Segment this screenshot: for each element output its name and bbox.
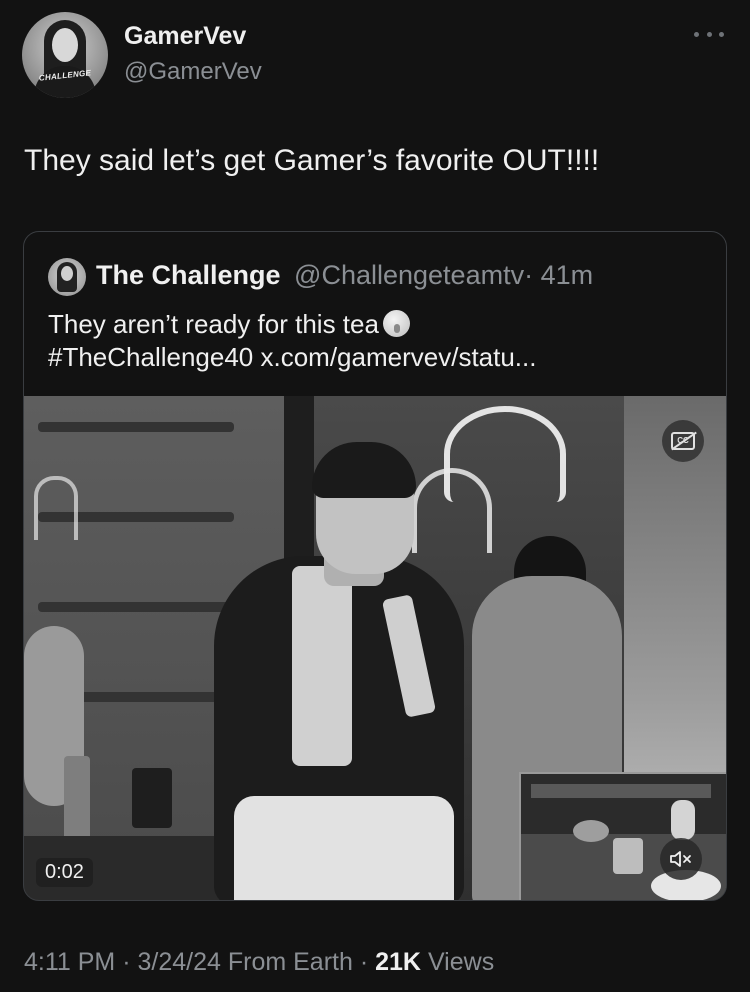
- views-label: Views: [427, 948, 495, 976]
- quoted-avatar-face: [61, 266, 73, 281]
- scene-glass: [132, 768, 172, 828]
- quoted-avatar[interactable]: [48, 258, 86, 296]
- quoted-header: The Challenge @Challengeteamtv· 41m: [96, 260, 593, 291]
- tweet-time[interactable]: 4:11 PM: [24, 948, 115, 976]
- quoted-text-line1: They aren’t ready for this tea: [48, 309, 379, 339]
- picture-in-picture-preview[interactable]: [519, 772, 726, 900]
- scene-glass: [64, 756, 90, 840]
- separator-dot: ·: [359, 948, 369, 976]
- scene-man-pants: [234, 796, 454, 900]
- author-handle[interactable]: @GamerVev: [124, 58, 262, 86]
- more-dot: [706, 31, 712, 37]
- tweet-text: They said let’s get Gamer’s favorite OUT…: [24, 144, 600, 177]
- quoted-handle[interactable]: @Challengeteamtv: [294, 260, 524, 290]
- neon-sign: [34, 476, 78, 540]
- captions-button[interactable]: CC: [662, 420, 704, 462]
- volume-button[interactable]: [660, 838, 702, 880]
- quoted-age: · 41m: [524, 260, 594, 290]
- wall-panel: [38, 422, 234, 432]
- quoted-tweet-card[interactable]: The Challenge @Challengeteamtv· 41m They…: [23, 231, 727, 901]
- tweet-metadata: 4:11 PM · 3/24/24 From Earth · 21K Views: [24, 948, 494, 977]
- more-dot: [719, 31, 724, 37]
- quoted-text-line2[interactable]: #TheChallenge40 x.com/gamervev/statu...: [48, 342, 536, 372]
- separator-dot: ·: [122, 948, 131, 976]
- neon-sign: [412, 468, 492, 553]
- pip-shape: [671, 800, 695, 840]
- avatar-face: [52, 28, 78, 62]
- captions-off-icon: CC: [671, 431, 697, 451]
- pip-shape: [613, 838, 643, 874]
- speaker-muted-icon: [670, 851, 691, 867]
- video-elapsed-time: 0:02: [36, 858, 93, 887]
- quoted-display-name[interactable]: The Challenge: [96, 260, 281, 290]
- pip-shape: [531, 784, 711, 798]
- wall-panel: [38, 602, 234, 612]
- author-avatar[interactable]: CHALLENGE: [22, 12, 108, 98]
- tweet-date[interactable]: 3/24/24: [137, 948, 220, 976]
- pip-shape: [573, 820, 609, 842]
- more-dot: [694, 31, 699, 37]
- quoted-text: They aren’t ready for this tea #TheChall…: [48, 308, 698, 374]
- video-player[interactable]: CC 0:02: [24, 396, 726, 900]
- captions-slash: [671, 431, 697, 451]
- author-display-name[interactable]: GamerVev: [124, 22, 246, 51]
- scene-man-stripe: [292, 566, 352, 766]
- shushing-face-icon: [382, 310, 410, 337]
- views-count: 21K: [375, 948, 421, 976]
- tweet-source: From Earth: [227, 948, 353, 976]
- more-options-icon[interactable]: [694, 24, 724, 44]
